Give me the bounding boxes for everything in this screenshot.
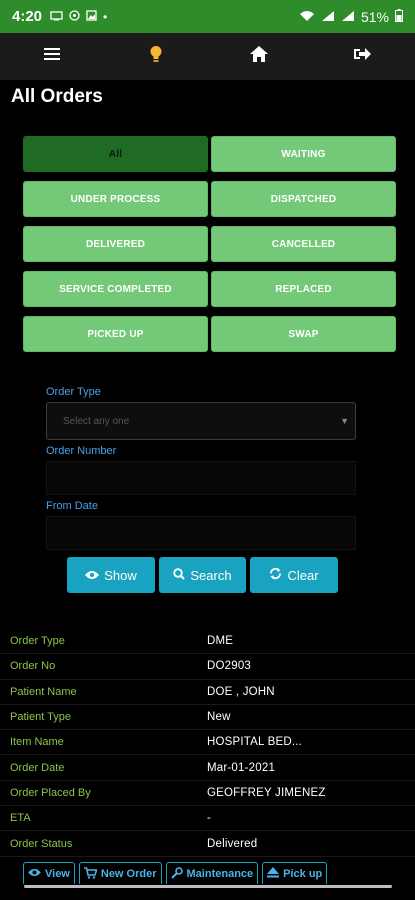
detail-label: Order Date xyxy=(10,761,65,774)
detail-value: DO2903 xyxy=(207,660,252,673)
detail-value: New xyxy=(207,711,231,724)
call-signal-icon xyxy=(341,9,355,25)
order-details: Order Type DME Order No DO2903 Patient N… xyxy=(0,629,415,857)
new-order-button[interactable]: New Order xyxy=(78,862,162,886)
detail-value: DME xyxy=(207,635,234,648)
detail-row-patient-type: Patient Type New xyxy=(0,705,415,731)
detail-label: Order Placed By xyxy=(10,786,91,799)
detail-row-order-date: Order Date Mar-01-2021 xyxy=(0,755,415,781)
signal-icon xyxy=(321,9,335,25)
show-button[interactable]: Show xyxy=(67,557,155,593)
circle-notification-icon xyxy=(69,9,80,24)
hamburger-icon xyxy=(43,47,60,66)
search-button[interactable]: Search xyxy=(159,557,246,593)
cart-icon xyxy=(83,866,98,882)
filter-delivered-button[interactable]: DELIVERED xyxy=(23,226,208,262)
order-type-label: Order Type xyxy=(46,386,101,398)
pickup-button[interactable]: Pick up xyxy=(262,862,328,886)
filter-under-process-button[interactable]: UNDER PROCESS xyxy=(23,181,208,217)
order-type-placeholder: Select any one xyxy=(63,415,130,427)
order-number-label: Order Number xyxy=(46,445,117,457)
detail-value: Delivered xyxy=(207,837,258,850)
from-date-label: From Date xyxy=(46,500,98,512)
battery-icon xyxy=(395,8,403,25)
detail-label: Patient Name xyxy=(10,685,77,698)
detail-row-item-name: Item Name HOSPITAL BED... xyxy=(0,730,415,756)
wrench-icon xyxy=(170,866,183,882)
gesture-bar xyxy=(0,884,415,900)
dropdown-caret-icon: ▼ xyxy=(340,416,349,426)
home-button[interactable] xyxy=(239,37,279,77)
logout-button[interactable] xyxy=(343,37,383,77)
filter-all-button[interactable]: All xyxy=(23,136,208,172)
menu-button[interactable] xyxy=(32,37,72,77)
search-icon xyxy=(173,567,186,583)
logout-icon xyxy=(354,47,372,66)
filter-waiting-button[interactable]: WAITING xyxy=(211,136,396,172)
home-indicator[interactable] xyxy=(24,885,392,888)
top-nav xyxy=(0,33,415,80)
status-filter-grid: All WAITING UNDER PROCESS DISPATCHED DEL… xyxy=(23,136,397,352)
detail-label: Order Type xyxy=(10,635,65,648)
status-time: 4:20 xyxy=(12,8,43,25)
detail-value: Mar-01-2021 xyxy=(207,761,276,774)
filter-cancelled-button[interactable]: CANCELLED xyxy=(211,226,396,262)
detail-label: ETA xyxy=(10,812,31,825)
order-actions-bar: View New Order Maintenance Pick up xyxy=(23,862,328,886)
refresh-icon xyxy=(269,567,282,583)
eject-icon xyxy=(267,867,280,881)
from-date-input[interactable] xyxy=(46,516,356,550)
detail-label: Item Name xyxy=(10,736,64,749)
form-actions: Show Search Clear xyxy=(67,557,338,593)
screen-icon xyxy=(50,10,63,24)
image-notification-icon xyxy=(86,9,97,24)
detail-label: Order Status xyxy=(10,837,73,850)
detail-value: - xyxy=(207,812,212,825)
detail-row-eta: ETA - xyxy=(0,806,415,832)
detail-row-order-no: Order No DO2903 xyxy=(0,654,415,680)
page-title: All Orders xyxy=(11,86,103,107)
search-form: Order Type Select any one ▼ Order Number… xyxy=(46,386,356,550)
detail-row-order-placed-by: Order Placed By GEOFFREY JIMENEZ xyxy=(0,781,415,807)
filter-picked-up-button[interactable]: PICKED UP xyxy=(23,316,208,352)
dot-icon: • xyxy=(103,9,108,24)
filter-swap-button[interactable]: SWAP xyxy=(211,316,396,352)
detail-value: DOE , JOHN xyxy=(207,685,275,698)
detail-label: Order No xyxy=(10,660,56,673)
home-icon xyxy=(250,46,269,67)
detail-row-order-status: Order Status Delivered xyxy=(0,831,415,857)
filter-replaced-button[interactable]: REPLACED xyxy=(211,271,396,307)
order-type-select[interactable]: Select any one ▼ xyxy=(46,402,356,440)
detail-row-patient-name: Patient Name DOE , JOHN xyxy=(0,680,415,705)
battery-text: 51% xyxy=(360,8,389,25)
detail-value: HOSPITAL BED... xyxy=(207,736,303,749)
clear-button[interactable]: Clear xyxy=(250,557,338,593)
detail-value: GEOFFREY JIMENEZ xyxy=(207,786,326,799)
maintenance-button[interactable]: Maintenance xyxy=(165,862,259,886)
tips-button[interactable] xyxy=(136,37,176,77)
view-order-button[interactable]: View xyxy=(23,862,75,886)
eye-icon xyxy=(28,868,41,880)
detail-row-order-type: Order Type DME xyxy=(0,629,415,655)
filter-service-completed-button[interactable]: SERVICE COMPLETED xyxy=(23,271,208,307)
status-bar: 4:20 • 51% xyxy=(0,0,415,33)
wifi-icon xyxy=(299,9,315,25)
order-number-input[interactable] xyxy=(46,461,356,495)
lightbulb-icon xyxy=(149,45,163,68)
filter-dispatched-button[interactable]: DISPATCHED xyxy=(211,181,396,217)
detail-label: Patient Type xyxy=(10,711,71,724)
eye-icon xyxy=(85,568,100,583)
